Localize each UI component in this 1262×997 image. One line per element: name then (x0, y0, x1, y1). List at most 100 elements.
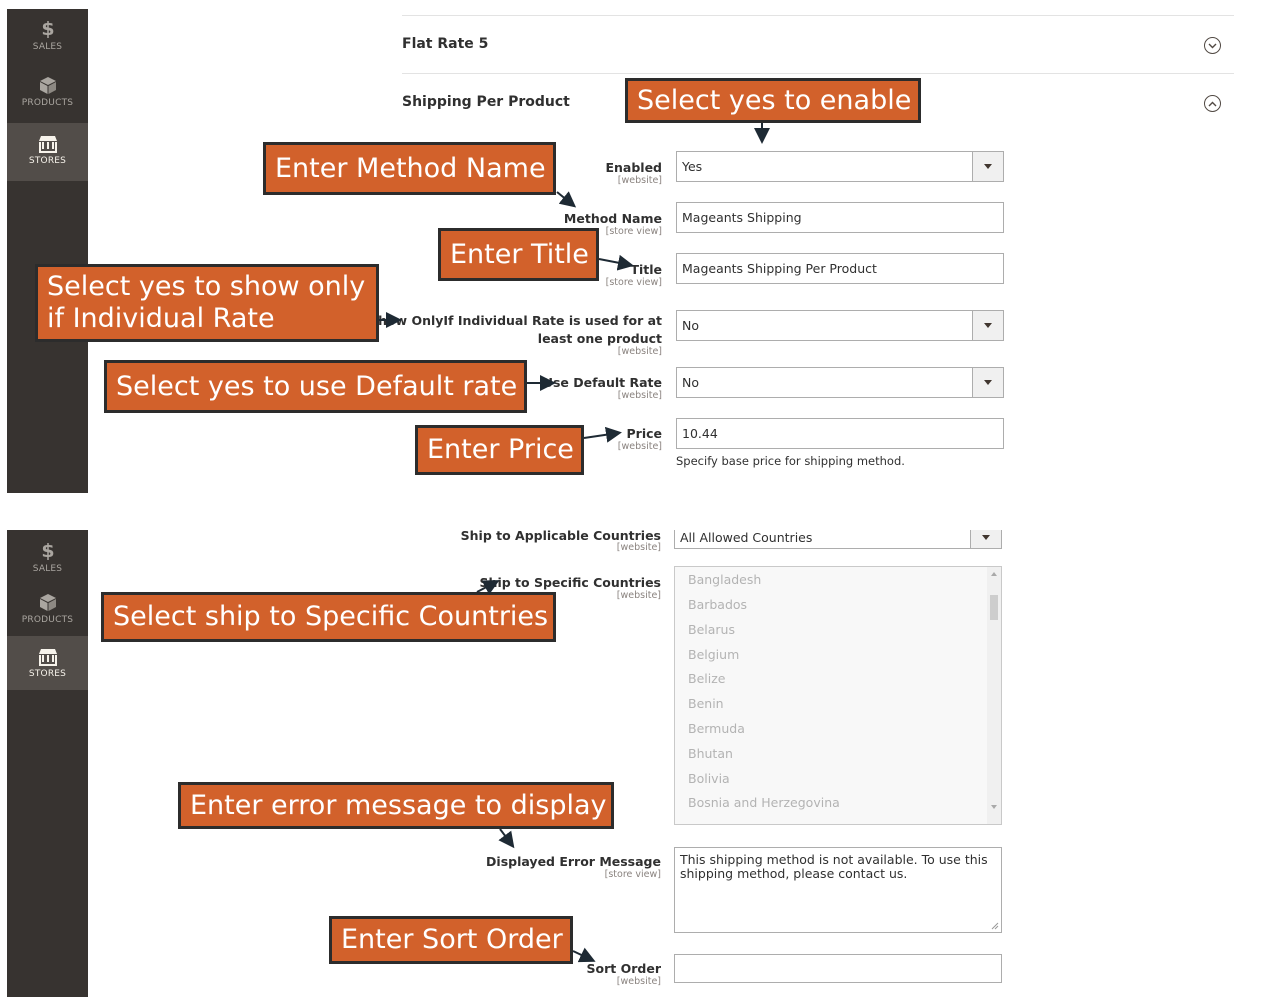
price-label: Price (626, 426, 663, 441)
scroll-down-icon[interactable] (987, 802, 1001, 812)
scroll-up-icon[interactable] (987, 569, 1001, 579)
method-name-label: Method Name (563, 211, 662, 226)
specific-countries-multiselect[interactable]: Bangladesh Barbados Belarus Belgium Beli… (674, 566, 1002, 825)
sort-order-input[interactable] (674, 954, 1002, 983)
callout-enable: Select yes to enable (625, 78, 921, 123)
title-label: Title (630, 262, 662, 277)
divider (402, 15, 1234, 16)
use-default-rate-select[interactable]: No (676, 367, 1004, 398)
chevron-down-icon (984, 380, 992, 385)
show-only-select[interactable]: No (676, 310, 1004, 341)
use-default-rate-value: No (682, 375, 699, 390)
callout-error-message: Enter error message to display (178, 782, 614, 829)
country-option[interactable]: Belarus (688, 622, 735, 637)
title-input[interactable]: Mageants Shipping Per Product (676, 253, 1004, 284)
callout-specific-countries: Select ship to Specific Countries (101, 592, 556, 642)
country-option[interactable]: Bhutan (688, 746, 733, 761)
collapse-section-button[interactable] (1204, 95, 1221, 112)
chevron-down-icon (984, 164, 992, 169)
sort-order-scope: [website] (616, 976, 661, 987)
dropdown-toggle[interactable] (972, 368, 1003, 397)
callout-sort-order: Enter Sort Order (329, 916, 573, 964)
expand-section-button[interactable] (1204, 37, 1221, 54)
svg-text:$: $ (41, 18, 54, 39)
enabled-select[interactable]: Yes (676, 151, 1004, 182)
svg-text:$: $ (41, 540, 54, 561)
sort-order-label: Sort Order (586, 961, 661, 976)
section-title-shipping-per-product[interactable]: Shipping Per Product (402, 94, 570, 110)
config-panel-countries: $ SALES PRODUCTS STORES Ship to Applicab… (7, 530, 1260, 997)
dropdown-toggle[interactable] (972, 152, 1003, 181)
country-option[interactable]: Benin (688, 696, 724, 711)
country-option[interactable]: Bolivia (688, 771, 730, 786)
sidebar-item-products[interactable]: PRODUCTS (7, 592, 88, 640)
arrow-to-sort-order (572, 947, 596, 963)
dropdown-toggle[interactable] (972, 311, 1003, 340)
chevron-up-icon (1208, 101, 1217, 106)
sidebar-item-label: SALES (32, 42, 63, 52)
country-option[interactable]: Barbados (688, 597, 747, 612)
chevron-down-icon (1208, 43, 1217, 48)
method-name-input[interactable]: Mageants Shipping (676, 202, 1004, 233)
admin-sidebar: $ SALES PRODUCTS STORES (7, 9, 88, 493)
error-message-value: This shipping method is not available. T… (680, 852, 988, 881)
callout-show-only: Select yes to show only if Individual Ra… (35, 264, 379, 342)
show-only-scope: [website] (617, 346, 662, 357)
dollar-icon: $ (41, 540, 54, 561)
scrollbar-thumb[interactable] (990, 595, 998, 620)
store-icon (38, 136, 57, 153)
method-name-value: Mageants Shipping (682, 210, 802, 225)
callout-show-only-line1: Select yes to show only (47, 271, 366, 302)
sidebar-item-sales[interactable]: $ SALES (7, 539, 88, 587)
callout-show-only-line2: if Individual Rate (47, 303, 275, 334)
dollar-icon: $ (41, 18, 54, 39)
applicable-countries-select[interactable]: All Allowed Countries (674, 530, 1002, 549)
chevron-down-icon (984, 323, 992, 328)
country-option[interactable]: Belize (688, 671, 725, 686)
show-only-label-line2: least one product (537, 331, 662, 346)
callout-title: Enter Title (438, 228, 599, 281)
price-scope: [website] (617, 441, 662, 452)
arrow-to-title (598, 254, 634, 271)
enabled-value: Yes (682, 159, 703, 174)
list-scrollbar[interactable] (987, 567, 1001, 824)
show-only-value: No (682, 318, 699, 333)
use-default-rate-scope: [website] (617, 390, 662, 401)
show-only-label-line1: Show OnlyIf Individual Rate is used for … (369, 313, 662, 328)
sidebar-item-sales[interactable]: $ SALES (7, 17, 88, 69)
applicable-countries-scope: [website] (616, 542, 661, 553)
method-name-scope: [store view] (605, 226, 662, 237)
sidebar-item-label: PRODUCTS (21, 98, 74, 108)
price-note: Specify base price for shipping method. (676, 454, 905, 468)
specific-countries-scope: [website] (616, 590, 661, 601)
country-option[interactable]: Bangladesh (688, 572, 761, 587)
arrow-to-error-message (498, 828, 515, 849)
divider (402, 73, 1234, 74)
admin-sidebar: $ SALES PRODUCTS STORES (7, 530, 88, 997)
country-option[interactable]: Belgium (688, 647, 739, 662)
section-title-flat-rate[interactable]: Flat Rate 5 (402, 36, 488, 52)
cube-icon (39, 594, 56, 611)
error-message-scope: [store view] (604, 869, 661, 880)
applicable-countries-value: All Allowed Countries (680, 530, 813, 545)
arrow-to-method-name (556, 191, 577, 208)
price-input[interactable]: 10.44 (676, 418, 1004, 449)
sidebar-item-stores[interactable]: STORES (7, 636, 88, 690)
country-option[interactable]: Bosnia and Herzegovina (688, 795, 840, 810)
resize-handle-icon[interactable] (991, 922, 999, 930)
price-value: 10.44 (682, 426, 718, 441)
sidebar-item-stores[interactable]: STORES (7, 123, 88, 181)
sidebar-item-products[interactable]: PRODUCTS (7, 75, 88, 127)
country-option[interactable]: Bermuda (688, 721, 745, 736)
sidebar-item-label: SALES (32, 564, 63, 574)
sidebar-item-label: PRODUCTS (21, 615, 74, 625)
store-icon (38, 649, 57, 666)
enabled-label: Enabled (605, 160, 662, 175)
error-message-textarea[interactable]: This shipping method is not available. T… (674, 847, 1002, 933)
config-panel-shipping-per-product: $ SALES PRODUCTS STORES Flat Rate 5 Ship… (7, 9, 1260, 493)
dropdown-toggle[interactable] (970, 530, 1001, 548)
use-default-rate-label: Use Default Rate (542, 375, 662, 390)
error-message-label: Displayed Error Message (486, 854, 661, 869)
enabled-scope: [website] (617, 175, 662, 186)
sidebar-item-label: STORES (28, 156, 67, 166)
